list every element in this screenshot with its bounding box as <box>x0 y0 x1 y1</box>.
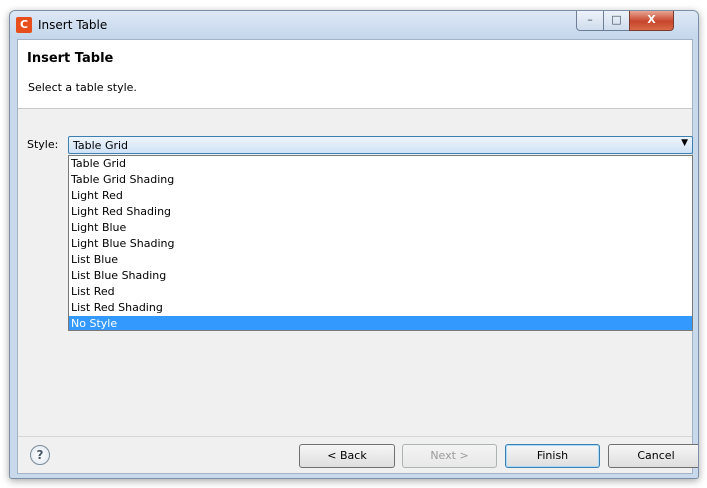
style-label: Style: <box>27 138 59 151</box>
style-option-no-style[interactable]: No Style <box>69 316 692 330</box>
chevron-down-icon[interactable]: ▼ <box>681 138 688 148</box>
style-option-table-grid-shading[interactable]: Table Grid Shading <box>69 172 692 188</box>
style-option-list-red-shading[interactable]: List Red Shading <box>69 300 692 316</box>
title-bar[interactable]: C Insert Table – □ X <box>10 11 698 39</box>
insert-table-dialog: C Insert Table – □ X Insert Table Select… <box>9 10 699 479</box>
style-option-light-red-shading[interactable]: Light Red Shading <box>69 204 692 220</box>
style-dropdown-list: Table Grid Table Grid Shading Light Red … <box>68 155 693 331</box>
wizard-header: Insert Table Select a table style. <box>18 40 692 109</box>
style-option-table-grid[interactable]: Table Grid <box>69 156 692 172</box>
app-icon: C <box>16 17 32 33</box>
style-option-list-blue[interactable]: List Blue <box>69 252 692 268</box>
cancel-button[interactable]: Cancel <box>608 444 698 468</box>
page-description: Select a table style. <box>28 81 137 94</box>
next-button[interactable]: Next > <box>402 444 497 468</box>
help-icon[interactable]: ? <box>30 445 50 465</box>
minimize-button[interactable]: – <box>576 11 604 31</box>
style-option-list-red[interactable]: List Red <box>69 284 692 300</box>
style-option-light-red[interactable]: Light Red <box>69 188 692 204</box>
window-title: Insert Table <box>38 18 108 32</box>
style-option-light-blue-shading[interactable]: Light Blue Shading <box>69 236 692 252</box>
page-title: Insert Table <box>27 51 114 66</box>
footer-divider <box>18 436 692 437</box>
style-option-list-blue-shading[interactable]: List Blue Shading <box>69 268 692 284</box>
dialog-body: Insert Table Select a table style. Style… <box>17 39 698 474</box>
close-button[interactable]: X <box>629 11 674 31</box>
style-selected-value: Table Grid <box>73 139 129 152</box>
maximize-button[interactable]: □ <box>603 11 630 31</box>
style-combobox[interactable]: Table Grid ▼ <box>68 136 693 154</box>
back-button[interactable]: < Back <box>299 444 395 468</box>
finish-button[interactable]: Finish <box>505 444 600 468</box>
style-option-light-blue[interactable]: Light Blue <box>69 220 692 236</box>
